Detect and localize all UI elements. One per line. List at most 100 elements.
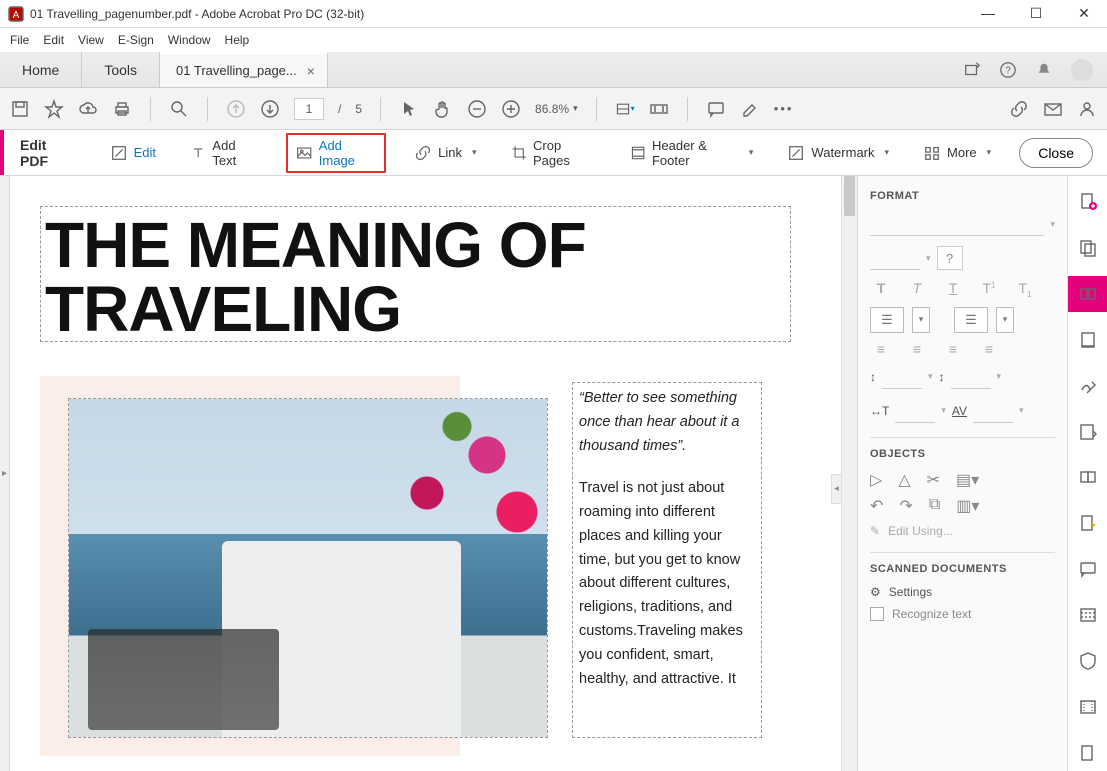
italic-icon[interactable]: T [906, 280, 928, 299]
comment-icon[interactable] [706, 99, 726, 119]
close-window-button[interactable]: ✕ [1069, 5, 1099, 22]
bold-icon[interactable]: T [870, 280, 892, 299]
rail-combine-icon[interactable] [1068, 230, 1107, 266]
rail-media-icon[interactable] [1068, 689, 1107, 725]
avatar-icon[interactable] [1071, 59, 1093, 81]
more-tool[interactable]: More [917, 140, 997, 166]
align-right-icon[interactable]: ≡ [942, 341, 964, 357]
rotate-left-icon[interactable]: ↶ [870, 496, 883, 516]
align-objects-icon[interactable]: ▥▾ [956, 496, 979, 516]
people-icon[interactable] [1077, 99, 1097, 119]
pointer-icon[interactable] [399, 99, 419, 119]
link-share-icon[interactable] [1009, 99, 1029, 119]
share-icon[interactable] [963, 61, 981, 79]
menu-window[interactable]: Window [168, 33, 211, 47]
superscript-icon[interactable]: T1 [978, 280, 1000, 299]
left-panel-toggle[interactable]: ▸ [0, 176, 10, 771]
menu-view[interactable]: View [78, 33, 104, 47]
edit-tool[interactable]: Edit [104, 140, 162, 166]
highlight-icon[interactable] [740, 99, 760, 119]
rail-organize-icon[interactable] [1068, 414, 1107, 450]
menu-esign[interactable]: E-Sign [118, 33, 154, 47]
menu-file[interactable]: File [10, 33, 29, 47]
crop-object-icon[interactable]: ✂ [927, 470, 940, 490]
horizontal-scale-icon[interactable]: ↔T [870, 404, 889, 418]
find-icon[interactable] [169, 99, 189, 119]
more-tools-icon[interactable]: ••• [774, 99, 794, 119]
help-icon[interactable]: ? [999, 61, 1017, 79]
read-mode-icon[interactable] [649, 99, 669, 119]
rail-scan-icon[interactable] [1068, 597, 1107, 633]
rail-create-pdf-icon[interactable] [1068, 184, 1107, 220]
edit-using-label[interactable]: Edit Using... [888, 524, 953, 538]
align-justify-icon[interactable]: ≡ [978, 341, 1000, 357]
tab-home[interactable]: Home [0, 52, 82, 87]
page-down-icon[interactable] [260, 99, 280, 119]
right-panel-toggle[interactable]: ◂ [831, 474, 841, 504]
bullet-list-dropdown[interactable]: ▾ [912, 307, 930, 333]
maximize-button[interactable]: ☐ [1021, 5, 1051, 22]
align-center-icon[interactable]: ≡ [906, 341, 928, 357]
flip-vertical-icon[interactable]: ▷ [870, 470, 882, 490]
line-spacing-icon[interactable]: ↕ [870, 370, 876, 384]
rotate-right-icon[interactable]: ↷ [899, 496, 912, 516]
align-left-icon[interactable]: ≡ [870, 341, 892, 357]
zoom-out-icon[interactable] [467, 99, 487, 119]
tab-tools[interactable]: Tools [82, 52, 160, 87]
watermark-tool[interactable]: Watermark [781, 140, 895, 166]
zoom-in-icon[interactable] [501, 99, 521, 119]
minimize-button[interactable]: — [973, 5, 1003, 22]
bell-icon[interactable] [1035, 61, 1053, 79]
settings-label[interactable]: Settings [889, 585, 932, 599]
cloud-upload-icon[interactable] [78, 99, 98, 119]
star-icon[interactable] [44, 99, 64, 119]
text-color-picker[interactable]: ? [937, 246, 963, 270]
font-size-select[interactable] [870, 246, 920, 270]
char-spacing-icon[interactable]: AV [952, 404, 967, 418]
rail-comment-icon[interactable] [1068, 551, 1107, 587]
hand-icon[interactable] [433, 99, 453, 119]
paragraph-spacing-icon[interactable]: ↕ [939, 370, 945, 384]
edit-pdf-label: Edit PDF [20, 137, 74, 169]
number-list-icon[interactable]: ☰ [954, 307, 988, 333]
fit-width-icon[interactable]: ▾ [615, 99, 635, 119]
rail-edit-pdf-icon[interactable] [1068, 276, 1107, 312]
underline-icon[interactable]: T [942, 280, 964, 299]
recognize-checkbox[interactable] [870, 607, 884, 621]
rail-redact-icon[interactable] [1068, 505, 1107, 541]
document-image[interactable] [68, 398, 548, 738]
rail-compress-icon[interactable] [1068, 460, 1107, 496]
page-up-icon[interactable] [226, 99, 246, 119]
subscript-icon[interactable]: T1 [1014, 280, 1036, 299]
rail-export-icon[interactable] [1068, 322, 1107, 358]
arrange-icon[interactable]: ▤▾ [956, 470, 979, 490]
link-tool[interactable]: Link [408, 140, 482, 166]
zoom-select[interactable]: 86.8%▾ [535, 102, 578, 116]
flip-horizontal-icon[interactable]: △ [898, 470, 910, 490]
print-icon[interactable] [112, 99, 132, 119]
document-text-column[interactable]: “Better to see something once than hear … [572, 382, 762, 738]
menu-edit[interactable]: Edit [43, 33, 64, 47]
document-heading[interactable]: THE MEANING OF TRAVELING [40, 206, 791, 342]
tab-document[interactable]: 01 Travelling_page... × [160, 52, 328, 87]
replace-image-icon[interactable]: ⧉ [929, 496, 940, 516]
rail-sign-icon[interactable] [1068, 368, 1107, 404]
bullet-list-icon[interactable]: ☰ [870, 307, 904, 333]
email-icon[interactable] [1043, 99, 1063, 119]
add-text-tool[interactable]: Add Text [184, 134, 264, 172]
close-button[interactable]: Close [1019, 138, 1093, 168]
number-list-dropdown[interactable]: ▾ [996, 307, 1014, 333]
add-image-tool[interactable]: Add Image [286, 133, 386, 173]
page-current-input[interactable]: 1 [294, 98, 324, 120]
save-icon[interactable] [10, 99, 30, 119]
recognize-label: Recognize text [892, 607, 971, 621]
menu-help[interactable]: Help [225, 33, 250, 47]
rail-protect-icon[interactable] [1068, 643, 1107, 679]
tab-close-icon[interactable]: × [307, 63, 315, 79]
font-family-select[interactable] [870, 212, 1044, 236]
header-footer-tool[interactable]: Header & Footer [624, 134, 760, 172]
crop-pages-tool[interactable]: Crop Pages [505, 134, 602, 172]
vertical-scrollbar[interactable] [841, 176, 857, 771]
document-viewport[interactable]: THE MEANING OF TRAVELING “Better to see … [10, 176, 841, 771]
rail-more-icon[interactable] [1068, 735, 1107, 771]
